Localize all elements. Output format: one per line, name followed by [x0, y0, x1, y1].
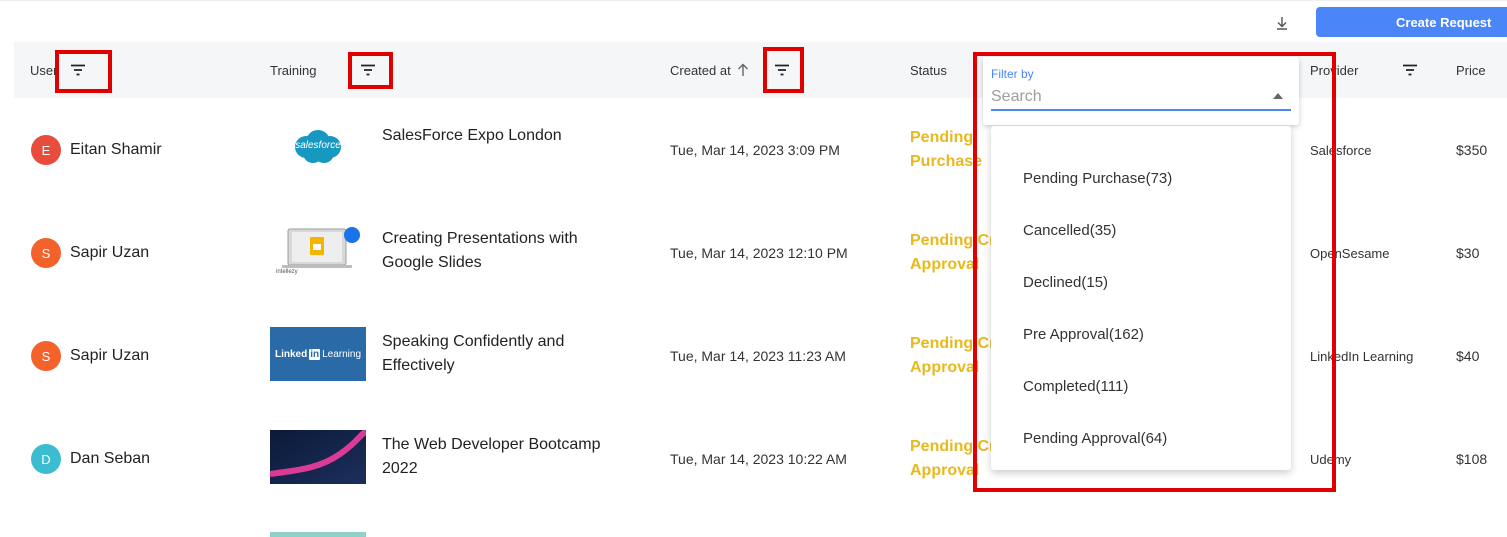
user-name: Dan Seban: [70, 450, 151, 467]
top-toolbar: Create Request: [0, 0, 1507, 40]
column-header-provider[interactable]: Provider: [1310, 42, 1358, 98]
filter-icon: [1403, 64, 1417, 76]
status-text: Pending Cr Approval: [910, 232, 996, 273]
provider-name: OpenSesame: [1310, 246, 1390, 261]
linkedin-learning-thumbnail: Linked in Learning: [270, 327, 366, 381]
training-name[interactable]: The Web Developer Bootcamp 2022: [382, 433, 622, 481]
created-at: Tue, Mar 14, 2023 12:10 PM: [670, 245, 848, 261]
caret-up-icon[interactable]: [1273, 93, 1283, 99]
user-filter-button[interactable]: [63, 55, 93, 85]
status-filter-options: Pending Purchase(73) Cancelled(35) Decli…: [991, 126, 1291, 470]
status-text: Pending Cr Approval: [910, 438, 996, 479]
filter-icon: [361, 64, 375, 76]
column-header-created-at[interactable]: Created at: [670, 42, 749, 98]
training-name[interactable]: SalesForce Expo London: [382, 124, 622, 148]
created-at-filter-button[interactable]: [767, 55, 797, 85]
provider-filter-button[interactable]: [1395, 55, 1425, 85]
price: $30: [1456, 245, 1480, 261]
status-text: Pending Purchase: [910, 129, 983, 170]
status-option-cancelled[interactable]: Cancelled(35): [991, 208, 1291, 252]
filter-label: Filter by: [991, 67, 1034, 81]
web-bootcamp-thumbnail: [270, 430, 366, 484]
status-option-pending-approval[interactable]: Pending Approval(64): [991, 416, 1291, 460]
avatar: D: [31, 444, 61, 474]
salesforce-logo-text: salesforce: [295, 140, 341, 151]
download-button[interactable]: [1268, 9, 1296, 37]
avatar: E: [31, 135, 61, 165]
price: $108: [1456, 451, 1488, 467]
price: $40: [1456, 348, 1480, 364]
sort-ascending-icon[interactable]: [737, 63, 749, 77]
created-at: Tue, Mar 14, 2023 10:22 AM: [670, 451, 847, 467]
column-header-price[interactable]: Price: [1456, 42, 1486, 98]
provider-name: Udemy: [1310, 452, 1352, 467]
training-name[interactable]: Creating Presentations with Google Slide…: [382, 227, 622, 275]
status-option-pending-purchase[interactable]: Pending Purchase(73): [991, 156, 1291, 200]
status-option-pre-approval[interactable]: Pre Approval(162): [991, 312, 1291, 356]
status-filter-search-input[interactable]: [991, 85, 1291, 111]
column-header-training[interactable]: Training: [270, 42, 316, 98]
column-header-user[interactable]: User: [30, 42, 57, 98]
column-header-status[interactable]: Status: [910, 42, 947, 98]
status-filter-box: Filter by: [983, 57, 1299, 125]
provider-name: Salesforce: [1310, 143, 1372, 158]
provider-name: LinkedIn Learning: [1310, 349, 1414, 364]
price: $350: [1456, 142, 1488, 158]
download-icon: [1277, 17, 1287, 30]
status-option-declined[interactable]: Declined(15): [991, 260, 1291, 304]
training-filter-button[interactable]: [353, 55, 383, 85]
user-name: Sapir Uzan: [70, 244, 150, 261]
linkedin-learning-logo: Linked in Learning: [274, 348, 362, 360]
salesforce-logo: salesforce: [270, 120, 366, 174]
user-name: Eitan Shamir: [70, 141, 162, 158]
avatar: S: [31, 238, 61, 268]
status-text: Pending Cr Approval: [910, 335, 996, 376]
status-option-completed[interactable]: Completed(111): [991, 364, 1291, 408]
training-name[interactable]: Speaking Confidently and Effectively: [382, 330, 622, 378]
avatar: S: [31, 341, 61, 371]
filter-icon: [775, 64, 789, 76]
intellezy-logo: intellezy: [276, 269, 298, 275]
user-name: Sapir Uzan: [70, 347, 150, 364]
filter-icon: [71, 64, 85, 76]
google-slides-thumbnail: intellezy: [270, 225, 366, 279]
create-request-button[interactable]: Create Request: [1316, 7, 1507, 37]
created-at: Tue, Mar 14, 2023 3:09 PM: [670, 142, 840, 158]
training-thumbnail: [270, 532, 366, 537]
created-at: Tue, Mar 14, 2023 11:23 AM: [670, 348, 846, 364]
